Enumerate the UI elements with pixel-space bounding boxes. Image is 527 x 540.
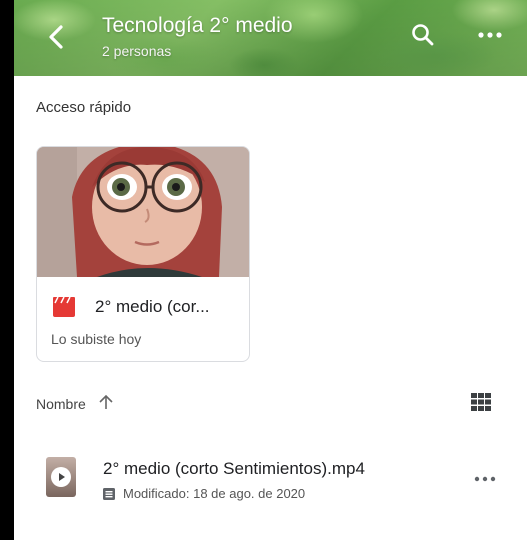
quick-access-label: Acceso rápido [36,99,132,116]
members-count[interactable]: 2 personas [102,43,171,59]
file-modified-date: Modificado: 18 de ago. de 2020 [123,486,306,501]
back-button[interactable] [42,22,72,52]
shared-drive-icon [103,488,115,500]
card-subtitle: Lo subiste hoy [51,331,142,347]
quick-access-card[interactable]: 2° medio (cor... Lo subiste hoy [36,146,250,362]
file-name: 2° medio (corto Sentimientos).mp4 [103,459,365,478]
chevron-left-icon [49,25,63,49]
more-horizontal-icon [478,32,502,38]
file-thumbnail [46,457,76,497]
search-icon [412,24,434,46]
video-clapper-icon [53,297,75,317]
card-file-name: 2° medio (cor... [95,297,210,316]
more-options-button[interactable] [474,24,506,46]
play-icon [51,467,71,487]
shared-drive-screen: Tecnología 2° medio 2 personas Acceso rá… [14,0,527,540]
drive-title: Tecnología 2° medio [102,14,293,37]
file-more-options-icon[interactable] [472,472,498,486]
file-list-item[interactable]: 2° medio (corto Sentimientos).mp4 Modifi… [14,444,527,514]
search-button[interactable] [410,22,436,48]
header-banner: Tecnología 2° medio 2 personas [14,0,527,76]
sort-by-name-button[interactable]: Nombre [36,396,86,412]
arrow-up-icon[interactable] [98,393,114,411]
grid-view-icon[interactable] [470,391,492,413]
video-thumbnail [37,147,249,277]
